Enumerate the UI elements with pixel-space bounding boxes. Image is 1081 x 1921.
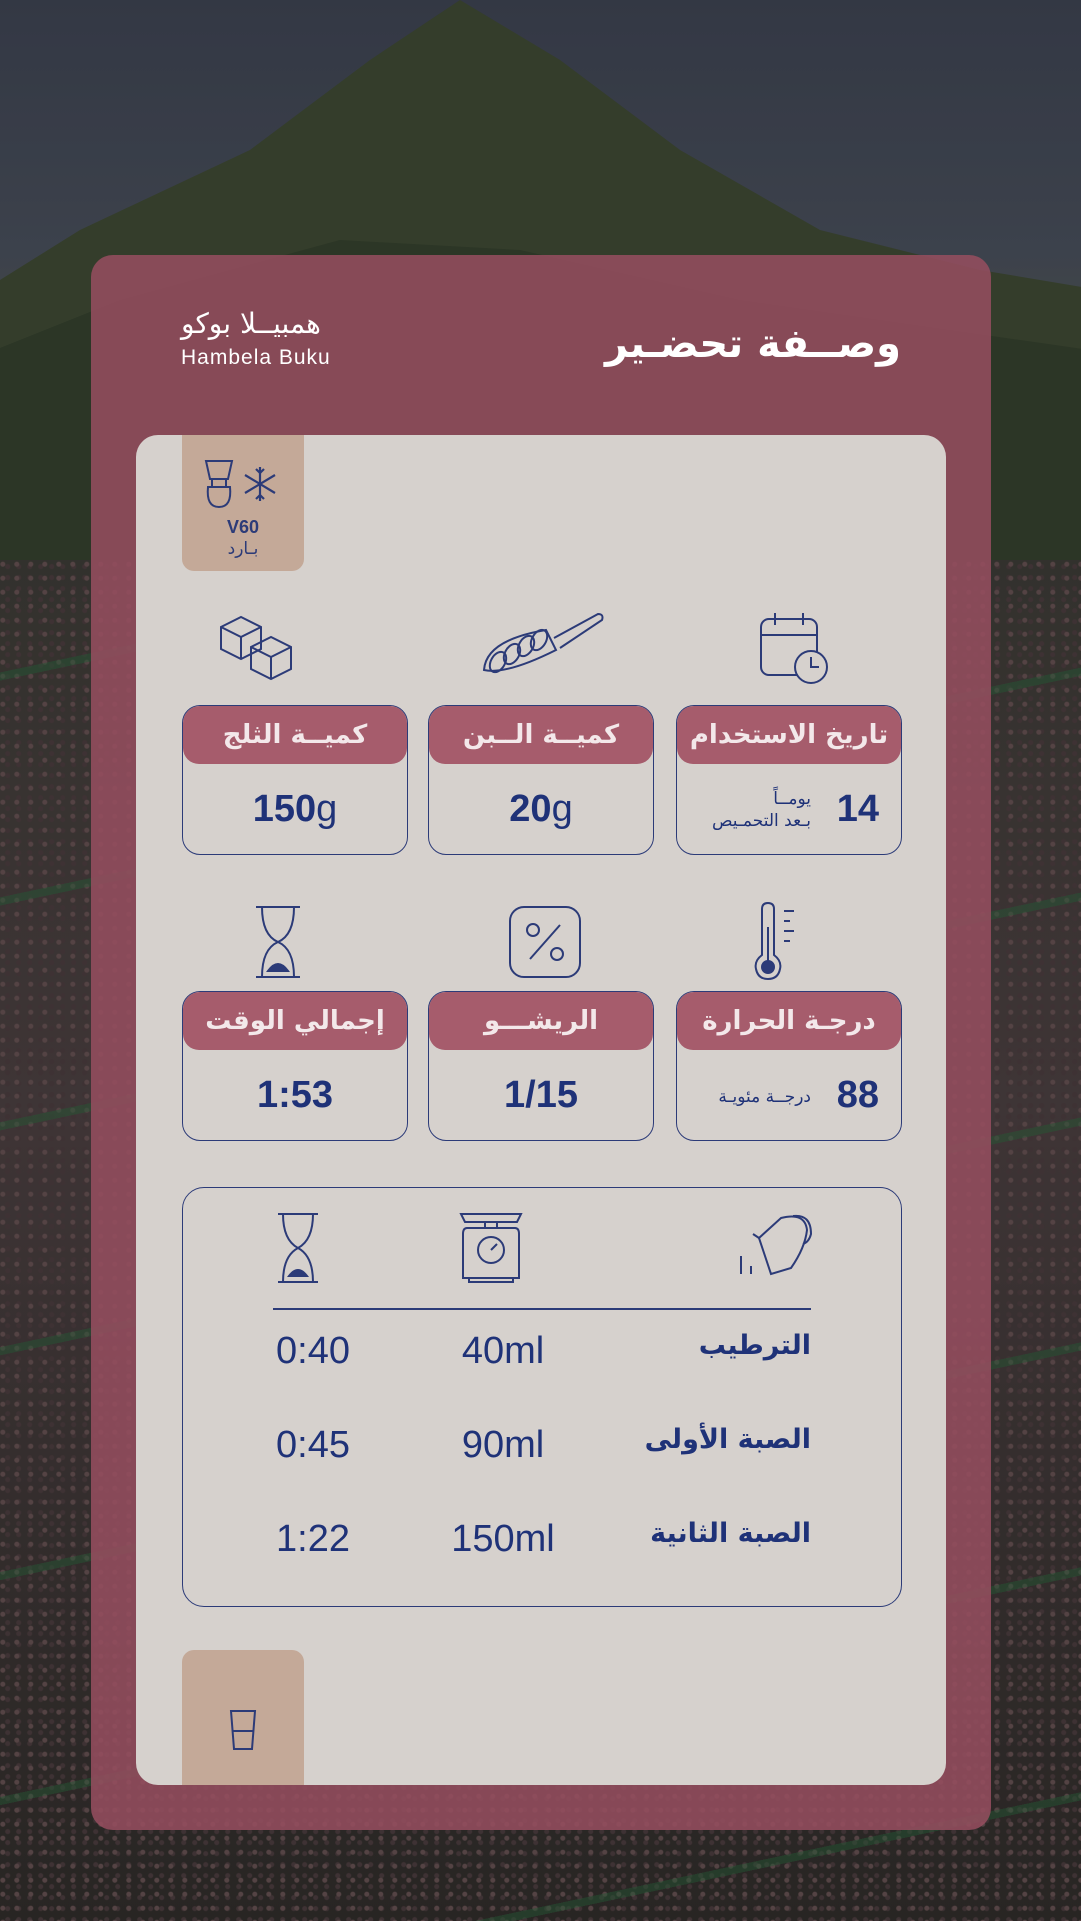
method-name: V60 xyxy=(226,517,260,537)
ratio-label: الريشـــو xyxy=(429,992,653,1050)
thermometer-icon xyxy=(754,901,794,981)
page-title: وصــفة تحضـير xyxy=(605,321,901,367)
total-time-label: إجمالي الوقت xyxy=(183,992,407,1050)
method-tag: V60 بـارد xyxy=(182,435,304,571)
serving-tag xyxy=(182,1650,304,1785)
cup-icon xyxy=(229,1710,257,1750)
use-date-label: تاريخ الاستخدام xyxy=(677,706,901,764)
recipe-card: وصــفة تحضـير همبيــلا بوكو Hambela Buku… xyxy=(91,255,991,1830)
temperature-unit: درجــة مئويـة xyxy=(718,1087,811,1107)
ice-amount-card: كميــة الثلج 150g xyxy=(182,705,408,855)
coffee-name-english: Hambela Buku xyxy=(181,346,331,369)
pour-schedule: 0:40 40ml الترطيب 0:45 90ml الصبة الأولى… xyxy=(182,1187,902,1607)
pour-time: 0:40 xyxy=(276,1330,350,1372)
use-date-value: 14 xyxy=(836,788,879,830)
pour-stage: الترطيب xyxy=(698,1330,811,1361)
pour-time: 0:45 xyxy=(276,1424,350,1466)
pour-volume: 150ml xyxy=(451,1518,555,1560)
coffee-name-arabic: همبيــلا بوكو xyxy=(181,307,321,340)
kettle-icon xyxy=(740,1214,813,1276)
pour-row: 1:22 150ml الصبة الثانية xyxy=(183,1518,901,1568)
pour-row: 0:45 90ml الصبة الأولى xyxy=(183,1424,901,1474)
pour-volume: 40ml xyxy=(461,1330,545,1372)
ratio-value: 1/15 xyxy=(504,1074,578,1116)
pour-row: 0:40 40ml الترطيب xyxy=(183,1330,901,1380)
recipe-panel: V60 بـارد كميــة الثلج 150g كميــة الــب… xyxy=(136,435,946,1785)
pour-volume: 90ml xyxy=(461,1424,545,1466)
pour-over-icon xyxy=(204,460,234,509)
total-time-value: 1:53 xyxy=(256,1074,334,1116)
hourglass-icon xyxy=(256,906,300,978)
coffee-scoop-icon xyxy=(482,612,604,674)
ice-amount-label: كميــة الثلج xyxy=(183,706,407,764)
use-date-days: يومــاً xyxy=(773,789,811,809)
percent-icon xyxy=(509,906,581,978)
temperature-card: درجـة الحرارة 88 درجــة مئويـة xyxy=(676,991,902,1141)
total-time-card: إجمالي الوقت 1:53 xyxy=(182,991,408,1141)
ratio-card: الريشـــو 1/15 xyxy=(428,991,654,1141)
coffee-amount-card: كميــة الــبن 20g xyxy=(428,705,654,855)
pour-time: 1:22 xyxy=(276,1518,350,1560)
snowflake-icon xyxy=(244,467,276,501)
pour-stage: الصبة الثانية xyxy=(650,1518,811,1549)
use-date-card: تاريخ الاستخدام 14 يومــاً بـعد التحمـيص xyxy=(676,705,902,855)
coffee-name: همبيــلا بوكو Hambela Buku xyxy=(181,307,331,370)
pour-time-header-icon xyxy=(278,1213,318,1283)
use-date-after-roast: بـعد التحمـيص xyxy=(711,811,811,831)
method-type: بـارد xyxy=(227,539,259,559)
calendar-icon xyxy=(760,613,828,684)
ice-amount-value: 150g xyxy=(252,788,338,830)
temperature-label: درجـة الحرارة xyxy=(677,992,901,1050)
divider xyxy=(273,1308,811,1310)
ice-cubes-icon xyxy=(220,615,292,681)
scale-icon xyxy=(459,1213,523,1283)
temperature-value: 88 xyxy=(836,1074,879,1116)
coffee-amount-label: كميــة الــبن xyxy=(429,706,653,764)
pour-stage: الصبة الأولى xyxy=(644,1424,811,1455)
coffee-amount-value: 20g xyxy=(509,788,573,830)
